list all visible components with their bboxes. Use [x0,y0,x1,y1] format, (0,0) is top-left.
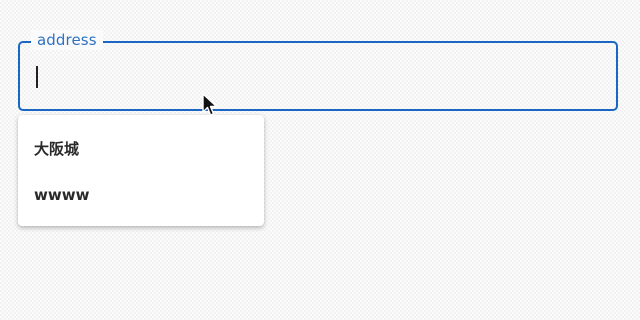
address-field-label: address [31,30,103,50]
suggestion-item[interactable]: wwww [18,172,264,218]
arrow-cursor-icon [202,93,218,116]
address-input[interactable] [34,58,598,100]
autocomplete-dropdown: 大阪城 wwww [18,115,264,226]
text-caret [36,66,38,88]
suggestion-item[interactable]: 大阪城 [18,126,264,172]
